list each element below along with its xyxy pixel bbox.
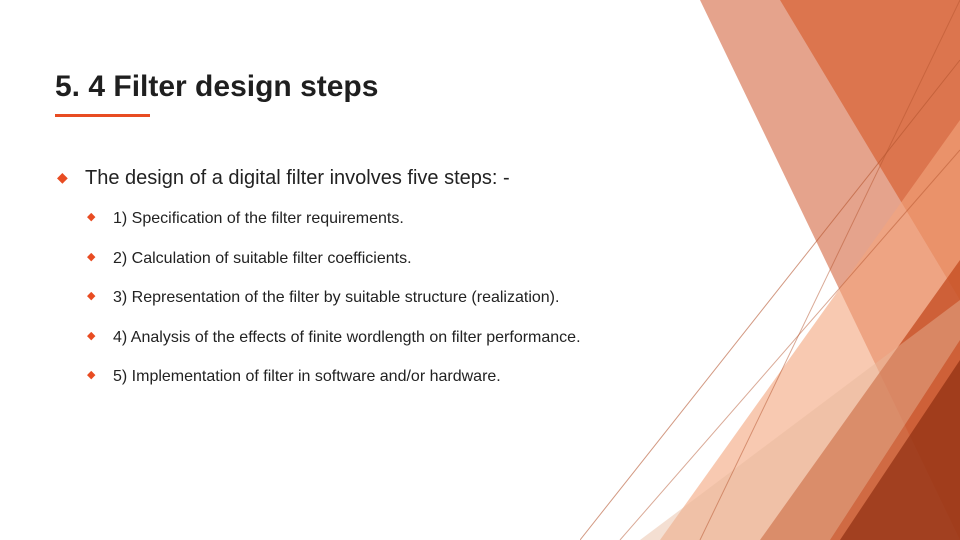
intro-bullet: The design of a digital filter involves …	[55, 167, 680, 388]
slide-content: 5. 4 Filter design steps The design of a…	[0, 0, 720, 446]
step-item: 1) Specification of the filter requireme…	[85, 208, 680, 230]
intro-text: The design of a digital filter involves …	[85, 167, 510, 189]
step-item: 2) Calculation of suitable filter coeffi…	[85, 248, 680, 270]
step-text: 5) Implementation of filter in software …	[113, 368, 501, 385]
step-item: 3) Representation of the filter by suita…	[85, 287, 680, 309]
step-text: 3) Representation of the filter by suita…	[113, 289, 559, 306]
step-text: 2) Calculation of suitable filter coeffi…	[113, 250, 412, 267]
step-text: 4) Analysis of the effects of finite wor…	[113, 329, 581, 346]
title-underline	[55, 114, 150, 117]
step-item: 5) Implementation of filter in software …	[85, 366, 680, 388]
slide-title: 5. 4 Filter design steps	[55, 70, 680, 104]
step-text: 1) Specification of the filter requireme…	[113, 210, 404, 227]
step-item: 4) Analysis of the effects of finite wor…	[85, 327, 680, 349]
